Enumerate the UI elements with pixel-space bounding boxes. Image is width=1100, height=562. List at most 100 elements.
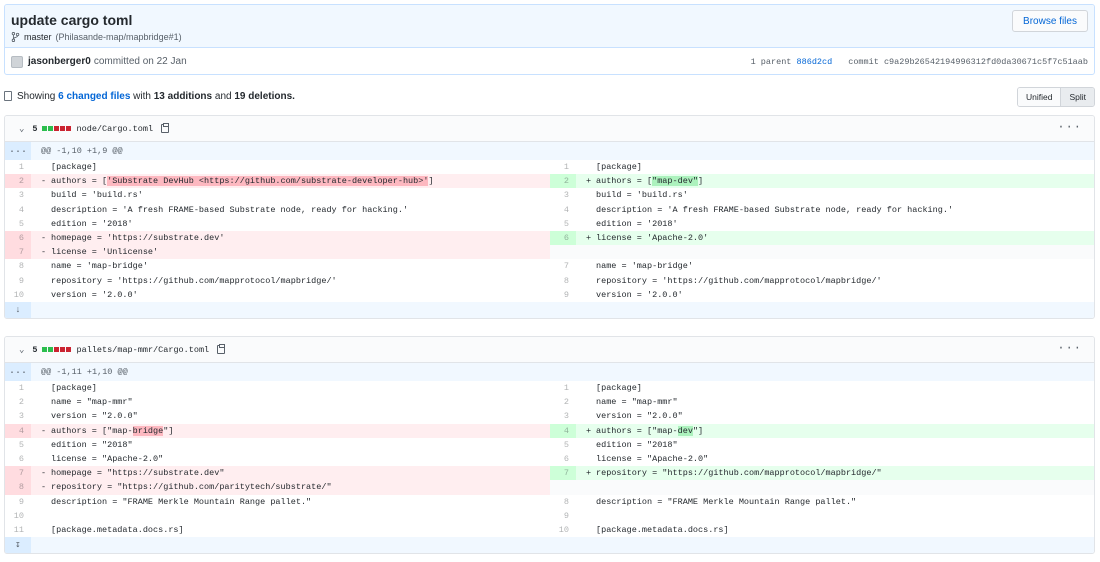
old-code-line: - license = 'Unlicense' [31, 245, 550, 260]
old-code-line: [package] [31, 160, 550, 174]
diff-marker [41, 395, 51, 409]
old-line-number[interactable]: 5 [5, 438, 31, 452]
old-code-line [31, 509, 550, 523]
old-line-number[interactable]: 3 [5, 188, 31, 202]
new-line-number[interactable]: 1 [550, 381, 576, 395]
old-line-number[interactable]: 6 [5, 452, 31, 466]
code-text: version = '2.0.0' [596, 289, 683, 300]
diff-table: ... @@ -1,11 +1,10 @@ 1 [package] 1 [packag… [5, 363, 1094, 554]
new-code-line [576, 245, 1094, 260]
old-line-number[interactable]: 4 [5, 423, 31, 438]
old-line-number[interactable]: 6 [5, 231, 31, 246]
code-text: license = 'Unlicense' [51, 247, 159, 258]
new-code-line: repository = 'https://github.com/mapprot… [576, 274, 1094, 288]
new-code-line: + authors = ["map-dev"] [576, 174, 1094, 189]
hunk-header-row: ... @@ -1,10 +1,9 @@ [5, 142, 1094, 160]
file-diff: ⌄ 5 pallets/map-mmr/Cargo.toml ··· ... @@… [4, 336, 1095, 555]
split-view-button[interactable]: Split [1060, 88, 1094, 106]
old-line-number[interactable]: 8 [5, 259, 31, 273]
new-line-number[interactable]: 9 [550, 288, 576, 302]
new-line-number[interactable]: 8 [550, 495, 576, 509]
diff-marker [41, 509, 51, 523]
author-name[interactable]: jasonberger0 [28, 56, 91, 67]
file-path[interactable]: pallets/map-mmr/Cargo.toml [77, 345, 210, 355]
code-text: description = "FRAME Merkle Mountain Ran… [596, 496, 857, 507]
old-line-number[interactable]: 1 [5, 381, 31, 395]
commit-meta-bar: jasonberger0 committed on 22 Jan 1 paren… [5, 48, 1094, 74]
clipboard-icon[interactable] [217, 344, 226, 354]
expand-up-button[interactable]: ... [5, 363, 31, 381]
pull-request-ref[interactable]: (Philasande-map/mapbridge#1) [56, 32, 182, 42]
new-line-number[interactable]: 4 [550, 423, 576, 438]
old-line-number[interactable]: 10 [5, 288, 31, 302]
old-line-number[interactable]: 2 [5, 395, 31, 409]
diff-row: 2- authors = ['Substrate DevHub <https://… [5, 174, 1094, 189]
old-line-number[interactable]: 2 [5, 174, 31, 189]
code-text: license = "Apache-2.0" [596, 454, 709, 465]
chevron-down-icon[interactable]: ⌄ [19, 124, 24, 134]
old-line-number[interactable]: 9 [5, 274, 31, 288]
parent-sha-link[interactable]: 886d2cd [797, 57, 833, 67]
new-line-number[interactable]: 6 [550, 452, 576, 466]
expand-up-button[interactable]: ... [5, 142, 31, 160]
diff-marker [586, 409, 596, 423]
commit-sha-info: 1 parent 886d2cd commit c9a29b2654219499… [751, 57, 1088, 67]
new-line-number[interactable]: 7 [550, 259, 576, 273]
kebab-menu-icon[interactable]: ··· [1057, 121, 1082, 133]
code-text: name = "map-mmr" [51, 397, 133, 408]
diff-marker [41, 381, 51, 395]
diffstat-blocks [41, 126, 71, 131]
diff-marker [41, 523, 51, 537]
new-line-number[interactable] [550, 245, 576, 260]
old-line-number[interactable]: 8 [5, 480, 31, 495]
diff-marker: + [586, 468, 592, 479]
kebab-menu-icon[interactable]: ··· [1057, 342, 1082, 354]
file-diff: ⌄ 5 node/Cargo.toml ··· ... @@ -1,10 +1,9… [4, 115, 1095, 320]
expand-down-button[interactable]: ↧ [5, 537, 31, 554]
expand-down-button[interactable]: ↓ [5, 302, 31, 319]
new-line-number[interactable]: 5 [550, 438, 576, 452]
old-line-number[interactable]: 3 [5, 409, 31, 423]
changed-files-link[interactable]: 6 changed files [58, 91, 130, 102]
new-line-number[interactable]: 8 [550, 274, 576, 288]
new-line-number[interactable]: 2 [550, 174, 576, 189]
diff-marker [41, 495, 51, 509]
diff-marker [586, 523, 596, 537]
new-line-number[interactable]: 10 [550, 523, 576, 537]
chevron-down-icon[interactable]: ⌄ [19, 345, 24, 355]
old-code-line: - authors = ['Substrate DevHub <https://g… [31, 174, 550, 189]
code-text: edition = '2018' [51, 218, 133, 229]
old-code-line: name = 'map-bridge' [31, 259, 550, 273]
old-code-line: [package.metadata.docs.rs] [31, 523, 550, 537]
new-line-number[interactable]: 5 [550, 217, 576, 231]
browse-files-button[interactable]: Browse files [1012, 10, 1088, 32]
old-line-number[interactable]: 9 [5, 495, 31, 509]
file-path[interactable]: node/Cargo.toml [77, 124, 154, 134]
old-line-number[interactable]: 7 [5, 466, 31, 481]
changed-text: dev [677, 425, 693, 436]
deletion-block [59, 347, 65, 352]
diff-marker [586, 259, 596, 273]
old-line-number[interactable]: 10 [5, 509, 31, 523]
old-line-number[interactable]: 1 [5, 160, 31, 174]
old-line-number[interactable]: 7 [5, 245, 31, 260]
new-line-number[interactable]: 2 [550, 395, 576, 409]
avatar[interactable] [11, 55, 23, 68]
new-line-number[interactable]: 9 [550, 509, 576, 523]
new-line-number[interactable]: 3 [550, 409, 576, 423]
new-line-number[interactable] [550, 480, 576, 495]
branch-info: master (Philasande-map/mapbridge#1) [11, 32, 182, 42]
branch-name[interactable]: master [24, 32, 52, 42]
new-line-number[interactable]: 6 [550, 231, 576, 246]
unified-view-button[interactable]: Unified [1017, 88, 1061, 106]
old-line-number[interactable]: 4 [5, 203, 31, 217]
old-line-number[interactable]: 5 [5, 217, 31, 231]
new-line-number[interactable]: 4 [550, 203, 576, 217]
new-line-number[interactable]: 1 [550, 160, 576, 174]
code-text: version = "2.0.0" [51, 411, 138, 422]
clipboard-icon[interactable] [161, 123, 170, 133]
old-line-number[interactable]: 11 [5, 523, 31, 537]
deletions-count: 19 deletions. [234, 90, 295, 102]
new-line-number[interactable]: 7 [550, 466, 576, 481]
new-line-number[interactable]: 3 [550, 188, 576, 202]
